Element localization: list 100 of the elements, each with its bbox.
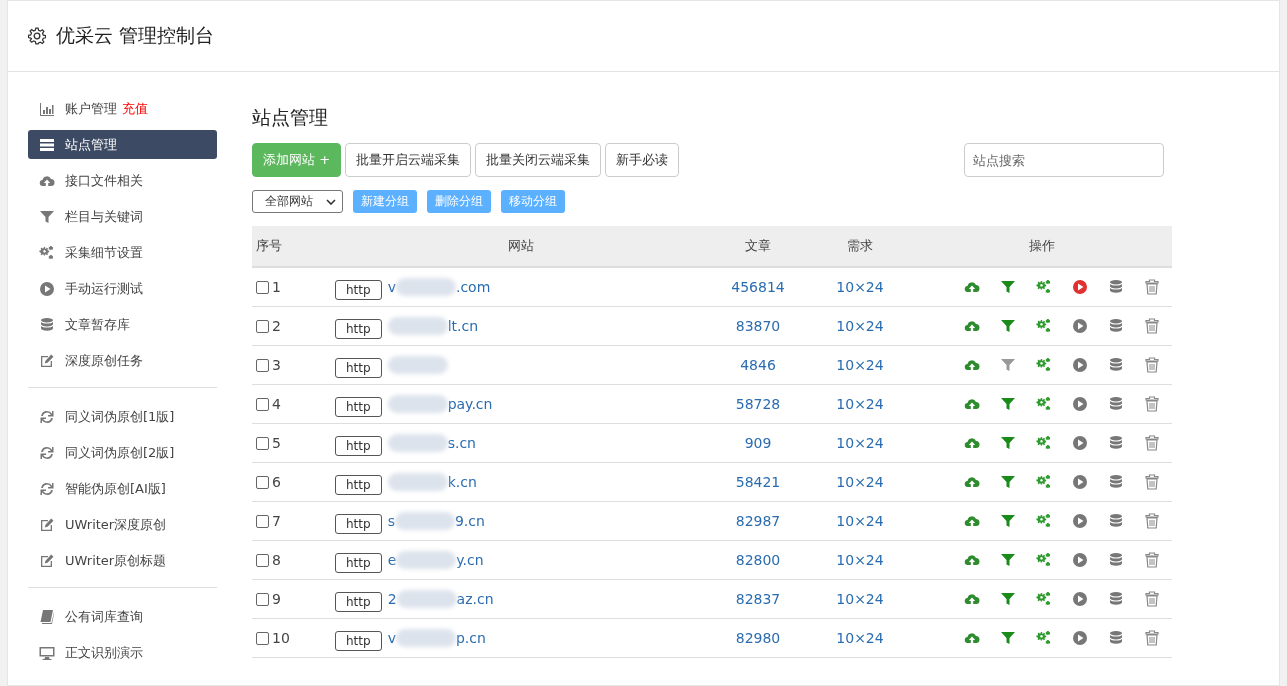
sidebar-item[interactable]: 同义词伪原创[2版] [28,438,217,467]
sidebar-item[interactable]: UWriter原创标题 [28,546,217,575]
cloud-upload-icon[interactable] [963,435,980,451]
filter-icon[interactable] [999,513,1016,529]
sidebar-item[interactable]: 正文识别演示 [28,638,217,667]
gears-icon[interactable] [1035,591,1052,607]
cloud-upload-icon[interactable] [963,591,980,607]
gears-icon[interactable] [1035,513,1052,529]
sidebar-item[interactable]: 账户管理 充值 [28,94,217,123]
play-icon[interactable] [1071,474,1088,490]
row-checkbox[interactable] [256,592,269,606]
sidebar-item[interactable]: 栏目与关键词 [28,202,217,231]
trash-icon[interactable] [1143,474,1160,490]
row-checkbox[interactable] [256,553,269,567]
group-dropdown[interactable]: 全部网站 [252,190,343,213]
database-icon[interactable] [1107,630,1124,646]
gears-icon[interactable] [1035,279,1052,295]
trash-icon[interactable] [1143,591,1160,607]
trash-icon[interactable] [1143,318,1160,334]
toolbar-button[interactable]: 批量开启云端采集 [345,143,472,177]
protocol-button[interactable]: http [335,631,382,651]
gears-icon[interactable] [1035,357,1052,373]
cloud-upload-icon[interactable] [963,474,980,490]
sidebar-item[interactable]: 站点管理 [28,130,217,159]
play-icon[interactable] [1071,513,1088,529]
row-checkbox[interactable] [256,397,269,411]
filter-icon[interactable] [999,318,1016,334]
filter-icon[interactable] [999,591,1016,607]
play-icon[interactable] [1071,357,1088,373]
sidebar-item[interactable]: 文章暂存库 [28,310,217,339]
cloud-upload-icon[interactable] [963,396,980,412]
gears-icon[interactable] [1035,552,1052,568]
row-checkbox[interactable] [256,436,269,450]
cloud-upload-icon[interactable] [963,318,980,334]
trash-icon[interactable] [1143,513,1160,529]
toolbar-button[interactable]: 批量关闭云端采集 [475,143,602,177]
sidebar-item[interactable]: UWriter深度原创 [28,510,217,539]
trash-icon[interactable] [1143,552,1160,568]
database-icon[interactable] [1107,513,1124,529]
protocol-button[interactable]: http [335,475,382,495]
gears-icon[interactable] [1035,396,1052,412]
play-icon[interactable] [1071,279,1088,295]
database-icon[interactable] [1107,435,1124,451]
filter-icon[interactable] [999,552,1016,568]
cloud-upload-icon[interactable] [963,552,980,568]
database-icon[interactable] [1107,552,1124,568]
sidebar-item[interactable]: 同义词伪原创[1版] [28,402,217,431]
play-icon[interactable] [1071,435,1088,451]
database-icon[interactable] [1107,396,1124,412]
trash-icon[interactable] [1143,357,1160,373]
trash-icon[interactable] [1143,435,1160,451]
sidebar-item[interactable]: 深度原创任务 [28,346,217,375]
gears-icon[interactable] [1035,435,1052,451]
gears-icon[interactable] [1035,318,1052,334]
protocol-button[interactable]: http [335,397,382,417]
toolbar-button[interactable]: 新手必读 [605,143,680,177]
protocol-button[interactable]: http [335,280,382,300]
gears-icon[interactable] [1035,630,1052,646]
recharge-link[interactable]: 充值 [122,99,148,118]
cloud-upload-icon[interactable] [963,279,980,295]
row-checkbox[interactable] [256,280,269,294]
search-field[interactable]: 站点搜索 [964,143,1164,177]
protocol-button[interactable]: http [335,436,382,456]
filter-icon[interactable] [999,630,1016,646]
sidebar-item[interactable]: 手动运行测试 [28,274,217,303]
protocol-button[interactable]: http [335,319,382,339]
sidebar-item[interactable]: 采集细节设置 [28,238,217,267]
filter-icon[interactable] [999,279,1016,295]
protocol-button[interactable]: http [335,553,382,573]
row-checkbox[interactable] [256,358,269,372]
database-icon[interactable] [1107,591,1124,607]
play-icon[interactable] [1071,630,1088,646]
play-icon[interactable] [1071,396,1088,412]
row-checkbox[interactable] [256,319,269,333]
sidebar-item[interactable]: 公有词库查询 [28,602,217,631]
row-checkbox[interactable] [256,631,269,645]
trash-icon[interactable] [1143,279,1160,295]
sidebar-item[interactable]: 接口文件相关 [28,166,217,195]
sidebar-item[interactable]: 智能伪原创[AI版] [28,474,217,503]
trash-icon[interactable] [1143,396,1160,412]
database-icon[interactable] [1107,474,1124,490]
protocol-button[interactable]: http [335,358,382,378]
row-checkbox[interactable] [256,475,269,489]
database-icon[interactable] [1107,318,1124,334]
gears-icon[interactable] [1035,474,1052,490]
filter-icon[interactable] [999,396,1016,412]
filter-icon[interactable] [999,357,1016,373]
play-icon[interactable] [1071,552,1088,568]
row-checkbox[interactable] [256,514,269,528]
filter-icon[interactable] [999,435,1016,451]
play-icon[interactable] [1071,591,1088,607]
protocol-button[interactable]: http [335,592,382,612]
trash-icon[interactable] [1143,630,1160,646]
filter-icon[interactable] [999,474,1016,490]
play-icon[interactable] [1071,318,1088,334]
cloud-upload-icon[interactable] [963,513,980,529]
database-icon[interactable] [1107,357,1124,373]
database-icon[interactable] [1107,279,1124,295]
protocol-button[interactable]: http [335,514,382,534]
cloud-upload-icon[interactable] [963,630,980,646]
